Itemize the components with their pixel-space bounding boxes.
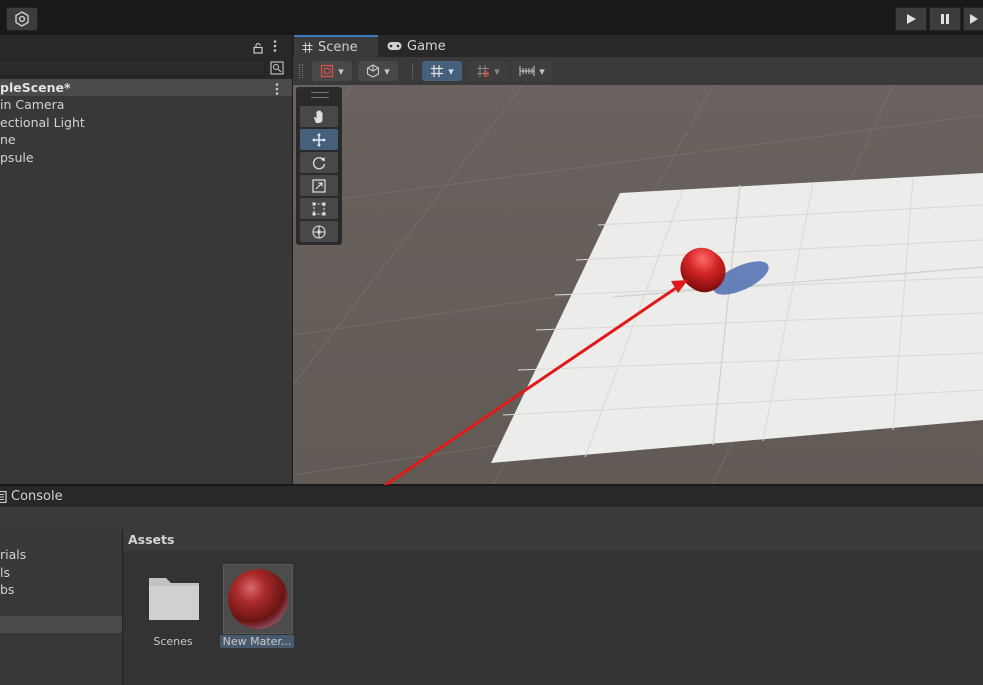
shading-mode-dropdown[interactable]: ▾ [358, 61, 398, 81]
chevron-down-icon: ▾ [494, 64, 500, 78]
tab-scene-label: Scene [318, 39, 358, 55]
asset-new-material-label: New Mater... [220, 635, 294, 648]
hierarchy-tree [0, 79, 292, 484]
scale-tool-icon [312, 178, 326, 193]
unity-cloud-button[interactable] [6, 7, 38, 31]
play-icon [907, 14, 916, 24]
palette-drag-handle[interactable] [311, 92, 329, 98]
move-tool-button[interactable] [300, 129, 338, 150]
scene-render [293, 85, 983, 484]
hierarchy-header [0, 35, 292, 57]
chevron-down-icon: ▾ [539, 64, 545, 78]
project-toolbar [0, 507, 983, 529]
chevron-down-icon: ▾ [384, 64, 390, 78]
scene-menu-icon[interactable] [274, 81, 280, 100]
snap-icon [477, 65, 490, 77]
step-button[interactable] [963, 7, 983, 31]
ruler-icon [519, 66, 535, 76]
scene-name: pleScene* [0, 80, 71, 95]
tab-game[interactable]: Game [379, 35, 459, 57]
assets-breadcrumb[interactable]: Assets [128, 532, 174, 547]
step-icon [970, 14, 978, 24]
main-toolbar [0, 0, 983, 35]
ruler-dropdown[interactable]: ▾ [512, 61, 552, 81]
hash-grid-icon [302, 42, 313, 52]
asset-new-material[interactable] [223, 564, 293, 634]
move-tool-icon [312, 132, 326, 147]
asset-scenes-label: Scenes [153, 635, 193, 648]
drag-handle[interactable] [299, 64, 303, 78]
transform-tool-icon [312, 224, 326, 239]
hierarchy-item-directional-light[interactable]: ectional Light [0, 115, 85, 130]
console-icon [0, 490, 7, 503]
hierarchy-search-input[interactable] [0, 59, 265, 77]
console-tab-bar [0, 485, 983, 508]
tab-console[interactable]: Console [0, 489, 63, 504]
cube-icon [367, 64, 380, 78]
draw-mode-dropdown[interactable]: ▾ [312, 61, 352, 81]
lock-icon[interactable] [252, 39, 264, 58]
tab-scene[interactable]: Scene [294, 35, 378, 57]
asset-scenes[interactable] [146, 572, 202, 624]
material-sphere-icon [228, 569, 288, 629]
hierarchy-item-main-camera[interactable]: in Camera [0, 97, 64, 112]
grid-snap-icon [431, 65, 444, 77]
toolbar-separator [412, 63, 413, 79]
hierarchy-item-plane[interactable]: ne [0, 132, 16, 147]
scale-tool-button[interactable] [300, 175, 338, 196]
hand-tool-icon [313, 109, 323, 123]
rect-tool-icon [312, 202, 326, 215]
chevron-down-icon: ▾ [338, 64, 344, 78]
draw-mode-icon [321, 64, 334, 78]
pause-icon [941, 14, 949, 24]
folder-icon [149, 578, 199, 620]
pause-button[interactable] [929, 7, 961, 31]
play-button[interactable] [895, 7, 927, 31]
rect-tool-button[interactable] [300, 198, 338, 219]
hand-tool-button[interactable] [300, 106, 338, 127]
rotate-tool-button[interactable] [300, 152, 338, 173]
incremental-snap-dropdown[interactable]: ▾ [468, 61, 508, 81]
tab-console-label: Console [11, 489, 63, 504]
gamepad-icon [387, 42, 402, 50]
tree-item-models[interactable]: ls [0, 565, 10, 580]
transform-tool-button[interactable] [300, 221, 338, 242]
search-by-type-icon[interactable] [270, 60, 284, 79]
tab-game-label: Game [407, 38, 446, 54]
chevron-down-icon: ▾ [448, 64, 454, 78]
unity-cloud-icon [15, 11, 29, 27]
rotate-tool-icon [312, 156, 326, 169]
more-options-icon[interactable] [272, 38, 278, 57]
tree-item-prefabs[interactable]: bs [0, 582, 14, 597]
grid-snap-toggle[interactable]: ▾ [422, 61, 462, 81]
hierarchy-item-capsule[interactable]: psule [0, 150, 34, 165]
scene-viewport[interactable] [293, 85, 983, 484]
tree-item-materials[interactable]: rials [0, 547, 26, 562]
assets-breadcrumb-bar [123, 529, 983, 552]
tree-item-selected[interactable] [0, 616, 122, 633]
